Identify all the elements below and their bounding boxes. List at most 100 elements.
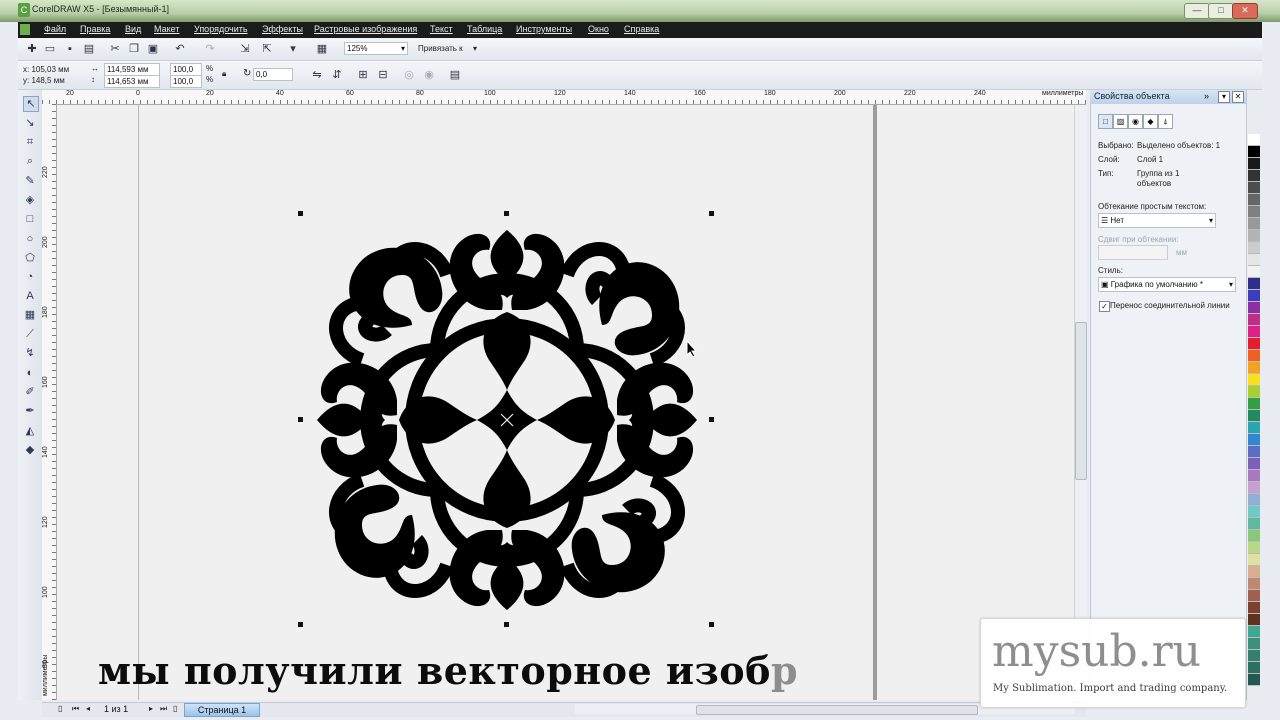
color-swatch[interactable] — [1248, 482, 1260, 494]
color-swatch[interactable] — [1248, 566, 1260, 578]
connector-tool-icon[interactable]: ↯ — [23, 346, 37, 360]
color-swatch[interactable] — [1248, 158, 1260, 170]
ellipse-tool-icon[interactable]: ○ — [23, 232, 37, 246]
lock-ratio-icon[interactable]: 🔒︎ — [222, 69, 226, 79]
ungroup-icon[interactable]: ⊟ — [376, 68, 390, 82]
tab-transparency-icon[interactable]: ◉ — [1128, 114, 1143, 129]
color-palette[interactable] — [1248, 134, 1260, 700]
color-swatch[interactable] — [1248, 662, 1260, 674]
mirror-vertical-icon[interactable]: ⇵ — [330, 68, 344, 82]
color-swatch[interactable] — [1248, 542, 1260, 554]
color-swatch[interactable] — [1248, 578, 1260, 590]
color-swatch[interactable] — [1248, 374, 1260, 386]
menu-tools[interactable]: Инструменты — [516, 24, 572, 34]
selection-handle[interactable] — [298, 622, 303, 627]
color-swatch[interactable] — [1248, 614, 1260, 626]
menu-view[interactable]: Вид — [125, 24, 141, 34]
outline-pen-icon[interactable]: ✒ — [23, 404, 37, 418]
horizontal-scrollbar-thumb[interactable] — [696, 705, 978, 715]
color-swatch[interactable] — [1248, 446, 1260, 458]
color-swatch[interactable] — [1248, 638, 1260, 650]
cut-icon[interactable]: ✂ — [108, 42, 122, 56]
maximize-button[interactable]: □ — [1208, 3, 1234, 19]
first-page-icon[interactable]: ⏮ — [72, 704, 79, 714]
next-page-icon[interactable]: ▸ — [149, 704, 153, 713]
selection-handle[interactable] — [709, 417, 714, 422]
horizontal-ruler[interactable]: 20 0 20 40 60 80 100 120 140 160 180 200… — [42, 90, 1086, 105]
menu-file[interactable]: Файл — [44, 24, 66, 34]
color-swatch[interactable] — [1248, 266, 1260, 278]
combine-icon[interactable]: ◎ — [402, 68, 416, 82]
crop-tool-icon[interactable]: ⌗ — [23, 135, 37, 149]
rectangle-tool-icon[interactable]: □ — [23, 212, 37, 226]
close-button[interactable]: ✕ — [1232, 3, 1258, 19]
color-swatch[interactable] — [1248, 194, 1260, 206]
chevron-down-icon[interactable]: ▾ — [473, 44, 477, 53]
docker-expand-icon[interactable]: » — [1204, 91, 1209, 101]
selection-handle[interactable] — [504, 622, 509, 627]
last-page-icon[interactable]: ⏭ — [160, 704, 167, 714]
color-swatch[interactable] — [1248, 410, 1260, 422]
color-swatch[interactable] — [1248, 182, 1260, 194]
menu-table[interactable]: Таблица — [467, 24, 502, 34]
selection-handle[interactable] — [298, 417, 303, 422]
selection-handle[interactable] — [709, 211, 714, 216]
menu-layout[interactable]: Макет — [154, 24, 179, 34]
vertical-ruler[interactable]: 220 200 180 160 140 120 100 80 миллиметр… — [42, 104, 57, 700]
color-swatch[interactable] — [1248, 458, 1260, 470]
color-swatch[interactable] — [1248, 326, 1260, 338]
welcome-screen-icon[interactable]: ▦ — [315, 42, 329, 56]
color-swatch[interactable] — [1248, 530, 1260, 542]
color-swatch[interactable] — [1248, 350, 1260, 362]
selection-handle[interactable] — [709, 622, 714, 627]
tab-fill-icon[interactable]: ▨ — [1113, 114, 1128, 129]
align-distribute-icon[interactable]: ▤ — [448, 68, 462, 82]
menu-bitmaps[interactable]: Растровые изображения — [314, 24, 417, 34]
color-swatch[interactable] — [1248, 554, 1260, 566]
color-swatch[interactable] — [1248, 134, 1260, 146]
page-icon[interactable]: ▯ — [58, 704, 62, 713]
page-tab[interactable]: Страница 1 — [184, 703, 260, 717]
print-icon[interactable]: ▤ — [82, 42, 96, 56]
menu-effects[interactable]: Эффекты — [262, 24, 303, 34]
snap-to-dropdown[interactable]: Привязать к — [418, 44, 463, 53]
eyedropper-icon[interactable]: ✐ — [23, 385, 37, 399]
import-icon[interactable]: ⇲ — [238, 42, 252, 56]
color-swatch[interactable] — [1248, 278, 1260, 290]
color-swatch[interactable] — [1248, 218, 1260, 230]
color-swatch[interactable] — [1248, 434, 1260, 446]
selection-handle[interactable] — [504, 211, 509, 216]
break-apart-icon[interactable]: ◉ — [422, 68, 436, 82]
fill-tool-icon[interactable]: ◭ — [23, 424, 37, 438]
text-tool-icon[interactable]: A — [23, 289, 37, 303]
height-field[interactable]: 114,653 мм — [104, 75, 160, 88]
color-swatch[interactable] — [1248, 338, 1260, 350]
docker-menu-icon[interactable]: ▾ — [1218, 91, 1230, 103]
previous-page-icon[interactable]: ◂ — [86, 704, 90, 713]
menu-arrange[interactable]: Упорядочить — [194, 24, 248, 34]
zoom-tool-icon[interactable]: ⌕ — [23, 154, 37, 168]
color-swatch[interactable] — [1248, 602, 1260, 614]
dimension-tool-icon[interactable]: ⟋ — [23, 327, 37, 341]
color-swatch[interactable] — [1248, 518, 1260, 530]
color-swatch[interactable] — [1248, 230, 1260, 242]
color-swatch[interactable] — [1248, 314, 1260, 326]
color-swatch[interactable] — [1248, 146, 1260, 158]
new-document-icon[interactable]: ✚ — [25, 42, 39, 56]
application-launcher-icon[interactable]: ▾ — [286, 42, 300, 56]
selection-handle[interactable] — [298, 211, 303, 216]
color-swatch[interactable] — [1248, 290, 1260, 302]
y-position-field[interactable]: y: 148,5 мм — [23, 76, 65, 85]
color-swatch[interactable] — [1248, 170, 1260, 182]
color-swatch[interactable] — [1248, 362, 1260, 374]
scale-y-field[interactable]: 100,0 — [170, 75, 202, 88]
tab-outline-icon[interactable]: □ — [1098, 114, 1113, 129]
table-tool-icon[interactable]: ▦ — [23, 308, 37, 322]
color-swatch[interactable] — [1248, 590, 1260, 602]
paste-icon[interactable]: ▣ — [146, 42, 160, 56]
polygon-tool-icon[interactable]: ⬠ — [23, 251, 37, 265]
color-swatch[interactable] — [1248, 650, 1260, 662]
copy-icon[interactable]: ❐ — [127, 42, 141, 56]
style-select[interactable]: ▣ Графика по умолчанию * ▾ — [1098, 277, 1236, 292]
connector-wrap-checkbox[interactable]: ✓ — [1099, 301, 1110, 312]
